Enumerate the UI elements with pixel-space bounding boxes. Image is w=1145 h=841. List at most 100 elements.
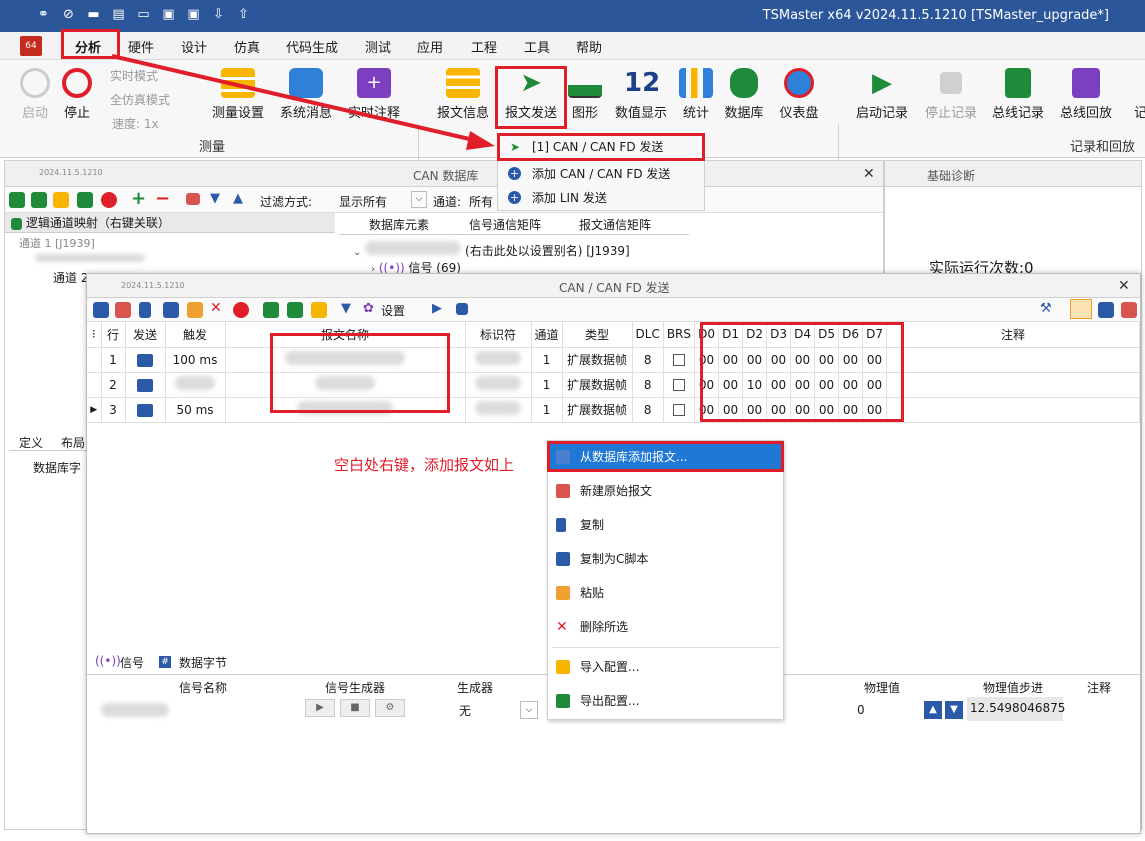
folder-icon[interactable]: ▭ — [136, 7, 151, 22]
plus-icon[interactable]: + — [131, 188, 146, 209]
tab-signals[interactable]: 信号 — [120, 654, 144, 671]
context-item-new-raw[interactable]: 新建原始报文 — [548, 477, 784, 505]
cell-identifier[interactable] — [465, 372, 532, 398]
tree-item-channel2[interactable]: 通道 2 — [53, 269, 88, 286]
cell-channel[interactable]: 1 — [531, 397, 563, 423]
cell-brs[interactable] — [663, 372, 696, 398]
increment-icon[interactable]: ▲ — [924, 701, 942, 719]
start-record-button[interactable]: ▶ 启动记录 — [846, 68, 918, 121]
stop-button[interactable]: 停止 — [42, 68, 112, 121]
chevron-down-icon[interactable]: ⌵ — [520, 701, 538, 719]
paste-icon[interactable] — [187, 302, 203, 318]
speed-selector[interactable]: 速度: 1x — [112, 115, 159, 132]
tab-db-elements[interactable]: 数据库元素 — [369, 216, 429, 233]
cell-trigger[interactable]: 100 ms — [165, 347, 226, 373]
cell-comment[interactable] — [886, 397, 1140, 423]
cell-dlc[interactable]: 8 — [632, 347, 664, 373]
message-info-button[interactable]: 报文信息 — [428, 68, 498, 121]
dropdown-item-add-lin[interactable]: + 添加 LIN 发送 — [498, 186, 704, 210]
filter-icon[interactable]: ▼ — [341, 301, 351, 316]
open-folder-icon[interactable] — [311, 302, 327, 318]
phys-step[interactable]: 12.5498046875 — [967, 697, 1065, 721]
clear-icon[interactable] — [233, 302, 249, 318]
cell-channel[interactable]: 1 — [531, 372, 563, 398]
unlink-icon[interactable]: ⊘ — [61, 7, 76, 22]
save-icon[interactable]: ▣ — [161, 7, 176, 22]
new-raw-icon[interactable] — [115, 302, 131, 318]
copy-c-icon[interactable] — [163, 302, 179, 318]
cell-dlc[interactable]: 8 — [632, 372, 664, 398]
save-as-icon[interactable]: ▣ — [186, 7, 201, 22]
cell-type[interactable]: 扩展数据帧 — [562, 372, 633, 398]
generator-select[interactable]: 无 — [459, 702, 471, 719]
cell-brs[interactable] — [663, 397, 696, 423]
app-logo-icon[interactable]: 64 — [20, 36, 42, 56]
play-icon[interactable]: ▶ — [432, 301, 442, 316]
cell-identifier[interactable] — [465, 347, 532, 373]
close-icon[interactable]: ✕ — [1118, 278, 1130, 294]
menu-hardware[interactable]: 硬件 — [128, 37, 154, 56]
context-item-import[interactable]: 导入配置... — [548, 653, 784, 681]
save-icon[interactable] — [263, 302, 279, 318]
menu-app[interactable]: 应用 — [417, 37, 443, 56]
cell-brs[interactable] — [663, 347, 696, 373]
table-row[interactable]: 1 100 ms 1 扩展数据帧 8 00 00 00 00 00 00 00 … — [87, 347, 1140, 373]
cell-comment[interactable] — [886, 372, 1140, 398]
db-add-icon[interactable] — [9, 192, 25, 208]
menu-simulation[interactable]: 仿真 — [234, 37, 260, 56]
link-icon[interactable]: ⚭ — [36, 7, 51, 22]
bus-record-button[interactable]: 总线记录 — [982, 68, 1054, 121]
message-icon[interactable]: ▬ — [86, 7, 101, 22]
stop-icon[interactable]: ■ — [340, 699, 370, 717]
cell-dlc[interactable]: 8 — [632, 397, 664, 423]
down-arrow-icon[interactable]: ▼ — [210, 191, 220, 206]
tab-signal-matrix[interactable]: 信号通信矩阵 — [469, 216, 541, 233]
menu-codegen[interactable]: 代码生成 — [286, 37, 338, 56]
table-row[interactable]: 2 1 扩展数据帧 8 00 00 10 00 00 00 00 00 — [87, 372, 1140, 398]
channel-select[interactable]: 所有 — [469, 193, 493, 210]
play-icon[interactable]: ▶ — [305, 699, 335, 717]
db-remove-icon[interactable] — [77, 192, 93, 208]
table-row[interactable]: ▶ 3 50 ms 1 扩展数据帧 8 00 00 00 00 00 00 00… — [87, 397, 1140, 423]
send-button[interactable] — [125, 372, 166, 398]
brs-checkbox[interactable] — [672, 354, 685, 366]
db-open-icon[interactable] — [31, 192, 47, 208]
send-button[interactable] — [125, 397, 166, 423]
realtime-mode-toggle[interactable]: 实时模式 — [110, 67, 158, 84]
brs-checkbox[interactable] — [672, 404, 685, 416]
link-toggle-icon[interactable] — [1070, 299, 1092, 319]
filter-select[interactable]: 显示所有 — [339, 193, 387, 210]
brs-checkbox[interactable] — [672, 379, 685, 391]
menu-project[interactable]: 工程 — [471, 37, 497, 56]
menu-design[interactable]: 设计 — [181, 37, 207, 56]
download-icon[interactable]: ⇩ — [211, 7, 226, 22]
stop-icon[interactable] — [456, 303, 468, 315]
dock-icon[interactable] — [1098, 302, 1114, 318]
tree-item-blurred[interactable] — [35, 251, 155, 262]
copy-icon[interactable] — [139, 302, 151, 318]
cell-identifier[interactable] — [465, 397, 532, 423]
delete-icon[interactable] — [101, 192, 117, 208]
tab-data-bytes[interactable]: 数据字节 — [179, 654, 227, 671]
measure-settings-button[interactable]: 测量设置 — [203, 68, 273, 121]
undock-icon[interactable] — [1121, 302, 1137, 318]
mail-icon[interactable] — [186, 193, 200, 205]
bus-replay-button[interactable]: 总线回放 — [1050, 68, 1122, 121]
tab-message-matrix[interactable]: 报文通信矩阵 — [579, 216, 651, 233]
close-icon[interactable]: ✕ — [863, 166, 875, 182]
tab-definition[interactable]: 定义 — [19, 434, 43, 451]
cell-channel[interactable]: 1 — [531, 347, 563, 373]
upload-icon[interactable]: ⇧ — [236, 7, 251, 22]
cell-type[interactable]: 扩展数据帧 — [562, 397, 633, 423]
cell-trigger[interactable]: 50 ms — [165, 397, 226, 423]
cell-type[interactable]: 扩展数据帧 — [562, 347, 633, 373]
menu-tools[interactable]: 工具 — [524, 37, 550, 56]
menu-help[interactable]: 帮助 — [576, 37, 602, 56]
context-item-copy[interactable]: 复制 — [548, 511, 784, 539]
cell-trigger[interactable] — [165, 372, 226, 398]
context-item-export[interactable]: 导出配置... — [548, 687, 784, 715]
send-button[interactable] — [125, 347, 166, 373]
delete-icon[interactable]: ✕ — [210, 300, 222, 316]
settings-button[interactable]: 设置 — [381, 302, 405, 319]
toolbar-icon[interactable]: ▤ — [111, 7, 126, 22]
